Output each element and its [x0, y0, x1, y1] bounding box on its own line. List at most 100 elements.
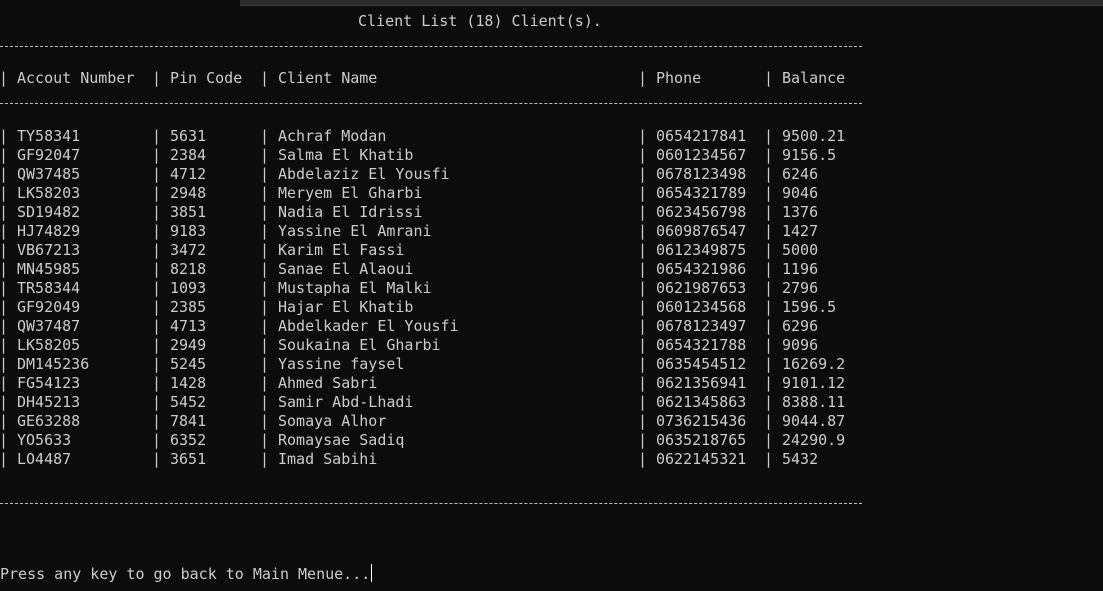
- cell-balance: 1376: [782, 203, 819, 221]
- column-separator: |: [638, 431, 648, 449]
- divider-header: [0, 103, 862, 104]
- cell-pin-code: 3851: [170, 203, 207, 221]
- cell-pin-code: 3472: [170, 241, 207, 259]
- column-separator: |: [152, 355, 162, 373]
- prompt-text: Press any key to go back to Main Menue..…: [0, 565, 371, 583]
- column-separator: |: [0, 241, 9, 259]
- cell-pin-code: 1428: [170, 374, 207, 392]
- column-separator: |: [152, 184, 162, 202]
- cell-phone: 0601234568: [656, 298, 747, 316]
- table-row: | TR58344 | 1093 | Mustapha El Malki | 06219876…: [0, 279, 870, 298]
- cell-pin-code: 5631: [170, 127, 207, 145]
- cell-pin-code: 9183: [170, 222, 207, 240]
- column-separator: |: [0, 355, 9, 373]
- table-row: | FG54123 | 1428 | Ahmed Sabri | 0621356941 | 910…: [0, 374, 870, 393]
- column-separator: |: [764, 279, 774, 297]
- column-separator: |: [638, 317, 648, 335]
- cell-client-name: Karim El Fassi: [278, 241, 405, 259]
- cell-client-name: Yassine faysel: [278, 355, 405, 373]
- cell-account-number: DM145236: [17, 355, 90, 373]
- column-separator: |: [0, 412, 9, 430]
- column-separator: |: [0, 127, 9, 145]
- page-title: Client List (18) Client(s).: [358, 12, 602, 30]
- cell-phone: 0622145321: [656, 450, 747, 468]
- cell-client-name: Romaysae Sadiq: [278, 431, 405, 449]
- column-separator: |: [638, 241, 648, 259]
- column-separator: |: [0, 222, 9, 240]
- column-separator: |: [260, 412, 270, 430]
- column-separator: |: [152, 260, 162, 278]
- column-separator: |: [260, 450, 270, 468]
- header-balance: Balance: [782, 69, 846, 87]
- cell-balance: 1596.5: [782, 298, 837, 316]
- column-separator: |: [0, 146, 9, 164]
- column-separator: |: [638, 336, 648, 354]
- column-separator: |: [152, 393, 162, 411]
- column-separator: |: [260, 298, 270, 316]
- column-separator: |: [0, 393, 9, 411]
- cell-balance: 9096: [782, 336, 819, 354]
- cell-phone: 0678123498: [656, 165, 747, 183]
- column-separator: |: [152, 241, 162, 259]
- cell-phone: 0635454512: [656, 355, 747, 373]
- column-separator: |: [0, 450, 9, 468]
- column-separator: |: [638, 450, 648, 468]
- cell-phone: 0654321788: [656, 336, 747, 354]
- cell-client-name: Ahmed Sabri: [278, 374, 378, 392]
- column-separator: |: [764, 355, 774, 373]
- cell-balance: 9500.21: [782, 127, 846, 145]
- column-separator: |: [638, 260, 648, 278]
- table-row: | QW37487 | 4713 | Abdelkader El Yousfi | 06781…: [0, 317, 870, 336]
- client-table-body: | TY58341 | 5631 | Achraf Modan | 0654217841 | 95…: [0, 127, 870, 469]
- column-separator: |: [638, 127, 648, 145]
- column-separator: |: [638, 298, 648, 316]
- cell-client-name: Sanae El Alaoui: [278, 260, 414, 278]
- cell-account-number: FG54123: [17, 374, 81, 392]
- table-row: | TY58341 | 5631 | Achraf Modan | 0654217841 | 95…: [0, 127, 870, 146]
- column-separator: |: [638, 393, 648, 411]
- cell-account-number: QW37487: [17, 317, 81, 335]
- column-separator: |: [0, 184, 9, 202]
- cell-phone: 0635218765: [656, 431, 747, 449]
- column-separator: |: [638, 222, 648, 240]
- cell-client-name: Soukaina El Gharbi: [278, 336, 441, 354]
- column-separator: |: [152, 146, 162, 164]
- cell-account-number: LK58203: [17, 184, 81, 202]
- table-row: | YO5633 | 6352 | Romaysae Sadiq | 0635218765 | 2…: [0, 431, 870, 450]
- column-separator: |: [260, 69, 270, 87]
- cell-phone: 0654321986: [656, 260, 747, 278]
- table-row: | QW37485 | 4712 | Abdelaziz El Yousfi | 067812…: [0, 165, 870, 184]
- cell-pin-code: 6352: [170, 431, 207, 449]
- cell-client-name: Abdelaziz El Yousfi: [278, 165, 450, 183]
- column-separator: |: [764, 69, 774, 87]
- cell-client-name: Achraf Modan: [278, 127, 387, 145]
- cell-balance: 1427: [782, 222, 819, 240]
- column-separator: |: [764, 203, 774, 221]
- column-separator: |: [764, 146, 774, 164]
- cell-balance: 5000: [782, 241, 819, 259]
- cell-client-name: Imad Sabihi: [278, 450, 378, 468]
- column-separator: |: [260, 279, 270, 297]
- column-separator: |: [260, 203, 270, 221]
- cell-account-number: GF92049: [17, 298, 81, 316]
- cell-pin-code: 3651: [170, 450, 207, 468]
- cell-balance: 24290.9: [782, 431, 846, 449]
- cell-account-number: GF92047: [17, 146, 81, 164]
- column-separator: |: [260, 431, 270, 449]
- column-separator: |: [152, 336, 162, 354]
- column-separator: |: [0, 298, 9, 316]
- cell-balance: 9044.87: [782, 412, 846, 430]
- cell-client-name: Mustapha El Malki: [278, 279, 432, 297]
- cell-pin-code: 4713: [170, 317, 207, 335]
- scrollbar[interactable]: [1097, 5, 1103, 591]
- column-separator: |: [260, 146, 270, 164]
- table-row: | GF92047 | 2384 | Salma El Khatib | 0601234567…: [0, 146, 870, 165]
- table-row: | HJ74829 | 9183 | Yassine El Amrani | 06098765…: [0, 222, 870, 241]
- cell-account-number: MN45985: [17, 260, 81, 278]
- column-separator: |: [764, 431, 774, 449]
- column-separator: |: [638, 374, 648, 392]
- column-separator: |: [152, 165, 162, 183]
- cell-account-number: LO4487: [17, 450, 72, 468]
- column-separator: |: [260, 241, 270, 259]
- cell-pin-code: 2384: [170, 146, 207, 164]
